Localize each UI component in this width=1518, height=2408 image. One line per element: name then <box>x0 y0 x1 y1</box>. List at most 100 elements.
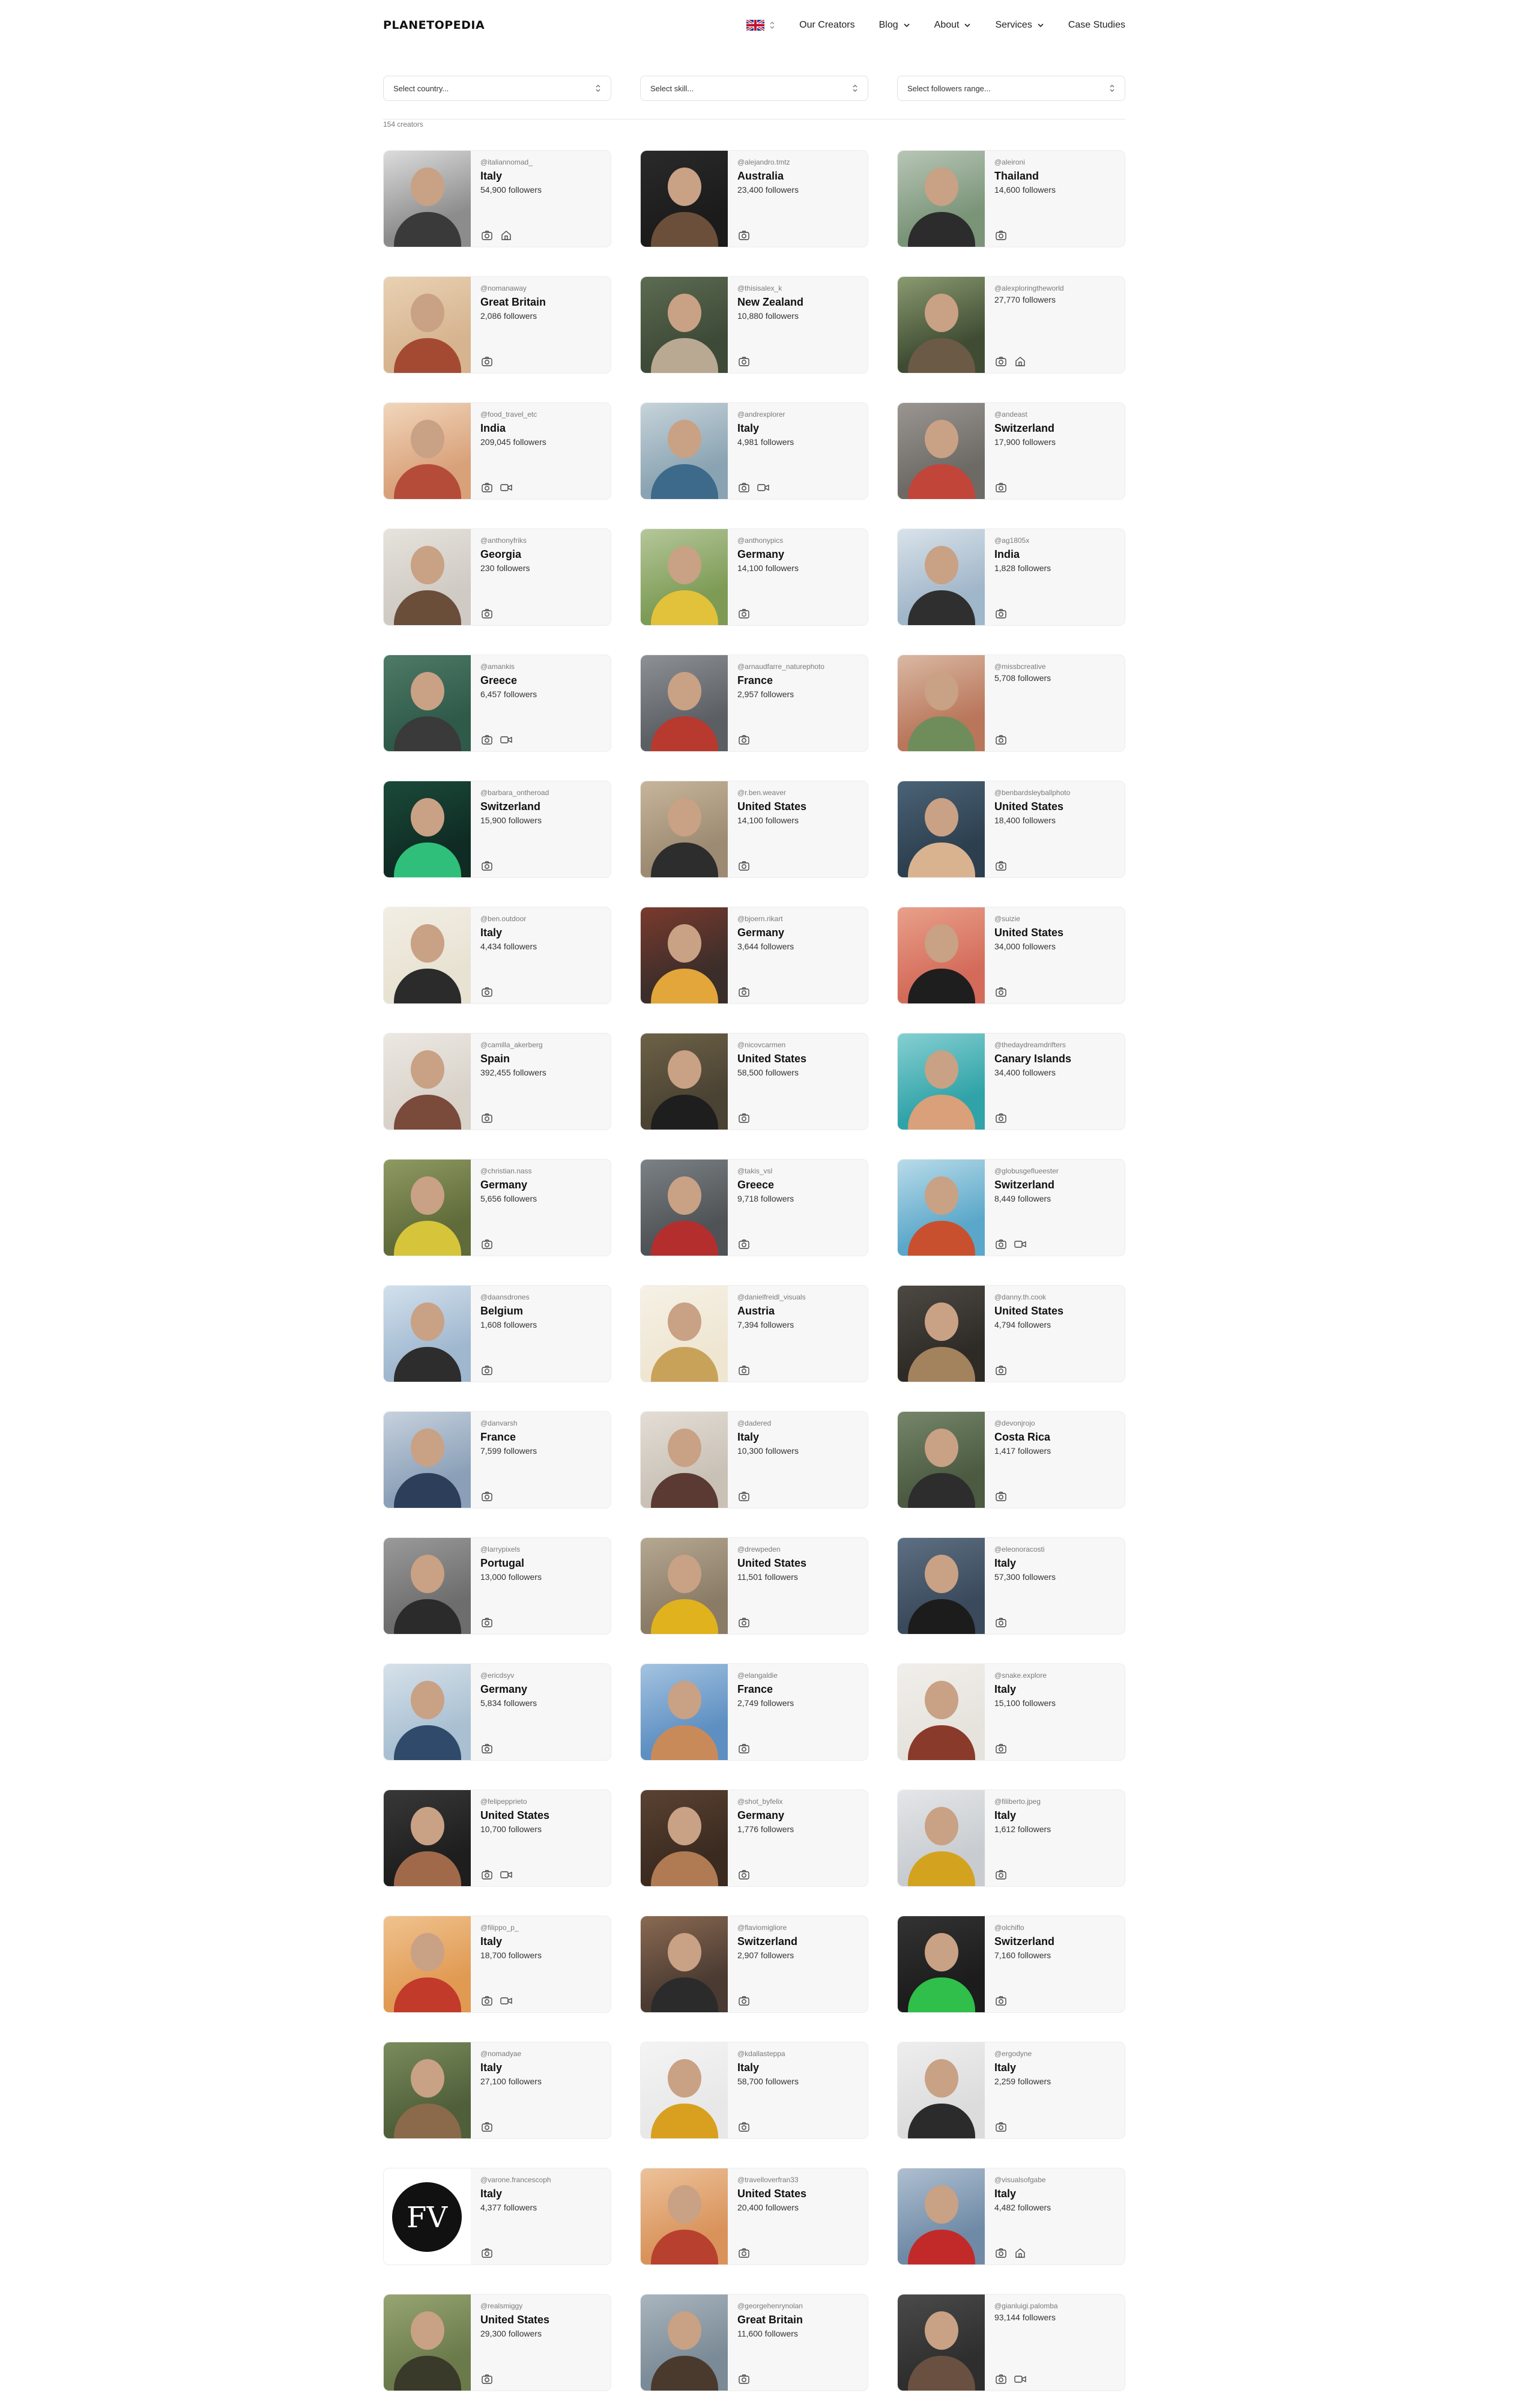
creator-card[interactable]: @travelloverfran33 United States 20,400 fo… <box>640 2168 868 2265</box>
creator-card[interactable]: @flaviomigliore Switzerland 2,907 follower… <box>640 1916 868 2013</box>
creator-card[interactable]: @elangaldie France 2,749 followers <box>640 1663 868 1761</box>
creator-photo[interactable] <box>898 1664 985 1760</box>
creator-card[interactable]: @filippo_p_ Italy 18,700 followers <box>383 1916 611 2013</box>
creator-photo[interactable] <box>898 1286 985 1382</box>
creator-photo[interactable] <box>384 1664 471 1760</box>
creator-photo[interactable] <box>384 907 471 1003</box>
creator-handle[interactable]: @danny.th.cook <box>994 1293 1115 1301</box>
creator-card[interactable]: @anthonypics Germany 14,100 followers <box>640 528 868 626</box>
creator-photo[interactable] <box>641 1286 728 1382</box>
creator-card[interactable]: @gianluigi.palomba 93,144 followers <box>897 2294 1125 2391</box>
creator-handle[interactable]: @ag1805x <box>994 536 1115 545</box>
creator-photo[interactable] <box>641 2295 728 2391</box>
creator-card[interactable]: @bjoern.rikart Germany 3,644 followers <box>640 907 868 1004</box>
creator-card[interactable]: @realsmiggy United States 29,300 followers <box>383 2294 611 2391</box>
creator-handle[interactable]: @thedaydreamdrifters <box>994 1041 1115 1049</box>
creator-photo[interactable] <box>898 1538 985 1634</box>
creator-card[interactable]: @alexploringtheworld 27,770 followers <box>897 276 1125 374</box>
creator-photo[interactable] <box>898 655 985 751</box>
creator-card[interactable]: @daansdrones Belgium 1,608 followers <box>383 1285 611 1382</box>
creator-card[interactable]: @globusgeflueester Switzerland 8,449 follo… <box>897 1159 1125 1256</box>
creator-card[interactable]: @dadered Italy 10,300 followers <box>640 1411 868 1508</box>
creator-handle[interactable]: @travelloverfran33 <box>737 2176 858 2184</box>
creator-card[interactable]: @felipepprieto United States 10,700 follow… <box>383 1789 611 1887</box>
creator-card[interactable]: @filiberto.jpeg Italy 1,612 followers <box>897 1789 1125 1887</box>
creator-handle[interactable]: @ben.outdoor <box>480 915 601 923</box>
creator-photo[interactable] <box>641 1790 728 1886</box>
creator-handle[interactable]: @realsmiggy <box>480 2302 601 2310</box>
creator-photo[interactable] <box>898 151 985 247</box>
creator-photo[interactable] <box>641 2042 728 2138</box>
creator-photo[interactable] <box>898 277 985 373</box>
creator-card[interactable]: @barbara_ontheroad Switzerland 15,900 foll… <box>383 781 611 878</box>
creator-card[interactable]: @food_travel_etc India 209,045 followers <box>383 402 611 500</box>
creator-photo[interactable] <box>898 2168 985 2264</box>
creator-photo[interactable] <box>898 1790 985 1886</box>
creator-card[interactable]: @danny.th.cook United States 4,794 followe… <box>897 1285 1125 1382</box>
creator-photo[interactable] <box>384 1790 471 1886</box>
creator-handle[interactable]: @globusgeflueester <box>994 1167 1115 1175</box>
creator-card[interactable]: @ergodyne Italy 2,259 followers <box>897 2042 1125 2139</box>
nav-our-creators[interactable]: Our Creators <box>799 20 854 31</box>
creator-photo[interactable] <box>641 1160 728 1256</box>
creator-card[interactable]: @missbcreative 5,708 followers <box>897 655 1125 752</box>
creator-card[interactable]: @r.ben.weaver United States 14,100 followe… <box>640 781 868 878</box>
creator-card[interactable]: @kdallasteppa Italy 58,700 followers <box>640 2042 868 2139</box>
creator-card[interactable]: @takis_vsl Greece 9,718 followers <box>640 1159 868 1256</box>
creator-card[interactable]: @ericdsyv Germany 5,834 followers <box>383 1663 611 1761</box>
nav-services[interactable]: Services <box>995 20 1044 31</box>
creator-handle[interactable]: @suizie <box>994 915 1115 923</box>
creator-handle[interactable]: @anthonyfriks <box>480 536 601 545</box>
creator-photo[interactable] <box>641 1664 728 1760</box>
creator-card[interactable]: @christian.nass Germany 5,656 followers <box>383 1159 611 1256</box>
creator-handle[interactable]: @andeast <box>994 410 1115 419</box>
creator-handle[interactable]: @arnaudfarre_naturephoto <box>737 662 858 671</box>
creator-photo[interactable] <box>641 151 728 247</box>
creator-photo[interactable] <box>384 277 471 373</box>
creator-card[interactable]: @nomadyae Italy 27,100 followers <box>383 2042 611 2139</box>
creator-photo[interactable] <box>641 781 728 877</box>
creator-handle[interactable]: @alejandro.tmtz <box>737 158 858 166</box>
creator-photo[interactable] <box>384 1538 471 1634</box>
creator-card[interactable]: @eleonoracosti Italy 57,300 followers <box>897 1537 1125 1635</box>
creator-card[interactable]: @benbardsleyballphoto United States 18,400… <box>897 781 1125 878</box>
creator-handle[interactable]: @ergodyne <box>994 2050 1115 2058</box>
creator-photo[interactable] <box>384 151 471 247</box>
creator-handle[interactable]: @larrypixels <box>480 1545 601 1553</box>
creator-card[interactable]: @arnaudfarre_naturephoto France 2,957 foll… <box>640 655 868 752</box>
creator-card[interactable]: @danielfreidl_visuals Austria 7,394 follow… <box>640 1285 868 1382</box>
creator-photo[interactable] <box>898 1033 985 1130</box>
creator-photo[interactable] <box>384 2295 471 2391</box>
creator-photo[interactable] <box>384 1916 471 2012</box>
creator-card[interactable]: @drewpeden United States 11,501 followers <box>640 1537 868 1635</box>
creator-card[interactable]: @alejandro.tmtz Australia 23,400 followers <box>640 150 868 247</box>
creator-photo[interactable] <box>384 1160 471 1256</box>
creator-handle[interactable]: @varone.francescoph <box>480 2176 601 2184</box>
creator-handle[interactable]: @dadered <box>737 1419 858 1427</box>
creator-photo[interactable] <box>384 781 471 877</box>
creator-photo[interactable] <box>641 277 728 373</box>
creator-handle[interactable]: @shot_byfelix <box>737 1797 858 1806</box>
creator-photo[interactable] <box>641 1033 728 1130</box>
creator-handle[interactable]: @nicovcarmen <box>737 1041 858 1049</box>
creator-handle[interactable]: @missbcreative <box>994 662 1115 671</box>
creator-photo[interactable]: FV <box>384 2168 471 2264</box>
creator-handle[interactable]: @alexploringtheworld <box>994 284 1115 292</box>
creator-photo[interactable] <box>641 907 728 1003</box>
creator-photo[interactable] <box>898 2042 985 2138</box>
creator-photo[interactable] <box>641 403 728 499</box>
creator-handle[interactable]: @danvarsh <box>480 1419 601 1427</box>
creator-photo[interactable] <box>641 1916 728 2012</box>
creator-handle[interactable]: @food_travel_etc <box>480 410 601 419</box>
creator-photo[interactable] <box>641 1538 728 1634</box>
creator-handle[interactable]: @thisisalex_k <box>737 284 858 292</box>
creator-card[interactable]: @anthonyfriks Georgia 230 followers <box>383 528 611 626</box>
creator-handle[interactable]: @visualsofgabe <box>994 2176 1115 2184</box>
creator-card[interactable]: @italiannomad_ Italy 54,900 followers <box>383 150 611 247</box>
creator-card[interactable]: @amankis Greece 6,457 followers <box>383 655 611 752</box>
followers-select[interactable]: Select followers range... <box>897 76 1125 101</box>
creator-photo[interactable] <box>641 2168 728 2264</box>
creator-card[interactable]: @suizie United States 34,000 followers <box>897 907 1125 1004</box>
creator-handle[interactable]: @aleironi <box>994 158 1115 166</box>
creator-photo[interactable] <box>898 529 985 625</box>
